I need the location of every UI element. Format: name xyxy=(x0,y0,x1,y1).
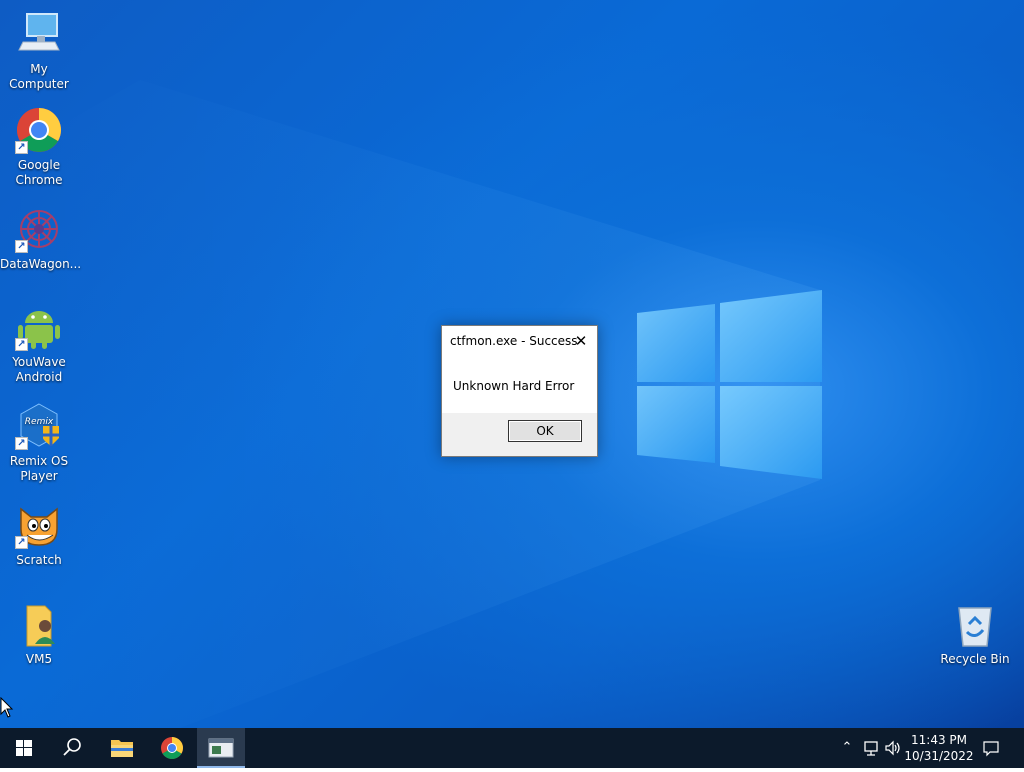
volume-icon[interactable] xyxy=(884,738,902,758)
desktop-icon-google-chrome[interactable]: ↗ Google Chrome xyxy=(0,106,78,188)
shortcut-arrow-icon: ↗ xyxy=(15,141,28,154)
recycle-bin-icon xyxy=(951,600,999,648)
shortcut-arrow-icon: ↗ xyxy=(15,437,28,450)
desktop-icon-label: Google Chrome xyxy=(15,158,63,187)
shortcut-arrow-icon: ↗ xyxy=(15,536,28,549)
chrome-taskbar-button[interactable] xyxy=(148,728,196,768)
chrome-icon: ↗ xyxy=(15,106,63,154)
desktop-icon-label: Scratch xyxy=(16,553,62,567)
desktop-icon-my-computer[interactable]: My Computer xyxy=(0,10,78,92)
clock[interactable]: 11:43 PM 10/31/2022 xyxy=(902,732,976,764)
mouse-cursor-icon xyxy=(0,697,14,718)
taskbar: ⌃ 11:43 PM 10/31/2022 xyxy=(0,728,1024,768)
notification-center-icon[interactable] xyxy=(982,738,1000,758)
scratch-icon: ↗ xyxy=(15,501,63,549)
search-button[interactable] xyxy=(48,728,96,768)
search-icon xyxy=(63,738,81,756)
desktop-icon-datawagon[interactable]: ↗ DataWagon... xyxy=(0,205,82,272)
user-folder-icon xyxy=(15,600,63,648)
clock-time: 11:43 PM xyxy=(911,733,967,747)
desktop-icon-recycle-bin[interactable]: Recycle Bin xyxy=(936,600,1014,667)
folder-icon xyxy=(111,740,133,757)
desktop-icon-youwave-android[interactable]: ↗ YouWave Android xyxy=(0,303,78,385)
computer-icon xyxy=(15,10,63,58)
dialog-footer: OK xyxy=(442,413,597,456)
desktop-icon-remix-os-player[interactable]: Remix ↗ Remix OS Player xyxy=(0,402,78,484)
svg-text:Remix: Remix xyxy=(25,417,54,427)
dialog-message: Unknown Hard Error xyxy=(453,379,575,393)
desktop-icon-label: My Computer xyxy=(9,62,69,91)
desktop-icon-vm5[interactable]: VM5 xyxy=(0,600,78,667)
start-button[interactable] xyxy=(0,728,48,768)
remix-os-icon: Remix ↗ xyxy=(15,402,63,450)
android-icon: ↗ xyxy=(15,303,63,351)
dialog-taskbar-button[interactable] xyxy=(197,728,245,768)
close-icon: ✕ xyxy=(574,332,588,350)
desktop-icon-label: YouWave Android xyxy=(12,355,66,384)
message-dialog: ctfmon.exe - Success ✕ Unknown Hard Erro… xyxy=(441,325,598,457)
dialog-title: ctfmon.exe - Success xyxy=(450,334,578,348)
window-app-icon xyxy=(208,738,234,758)
close-button[interactable]: ✕ xyxy=(565,326,597,356)
shortcut-arrow-icon: ↗ xyxy=(15,240,28,253)
shortcut-arrow-icon: ↗ xyxy=(15,338,28,351)
desktop[interactable]: My Computer ↗ Google Chrome ↗ DataWagon.… xyxy=(0,0,1024,728)
ok-button[interactable]: OK xyxy=(508,420,582,442)
chrome-icon xyxy=(161,737,183,759)
desktop-icon-label: VM5 xyxy=(25,652,53,666)
clock-date: 10/31/2022 xyxy=(904,749,974,763)
desktop-icon-scratch[interactable]: ↗ Scratch xyxy=(0,501,78,568)
desktop-icon-label: Recycle Bin xyxy=(940,652,1010,666)
file-explorer-taskbar-button[interactable] xyxy=(98,728,146,768)
show-hidden-icons-chevron-icon[interactable]: ⌃ xyxy=(838,738,856,758)
windows-logo-icon xyxy=(16,740,32,756)
desktop-icon-label: DataWagon... xyxy=(0,257,82,271)
desktop-icon-label: Remix OS Player xyxy=(9,454,69,483)
datawagon-icon: ↗ xyxy=(15,205,63,253)
network-icon[interactable] xyxy=(862,738,880,758)
